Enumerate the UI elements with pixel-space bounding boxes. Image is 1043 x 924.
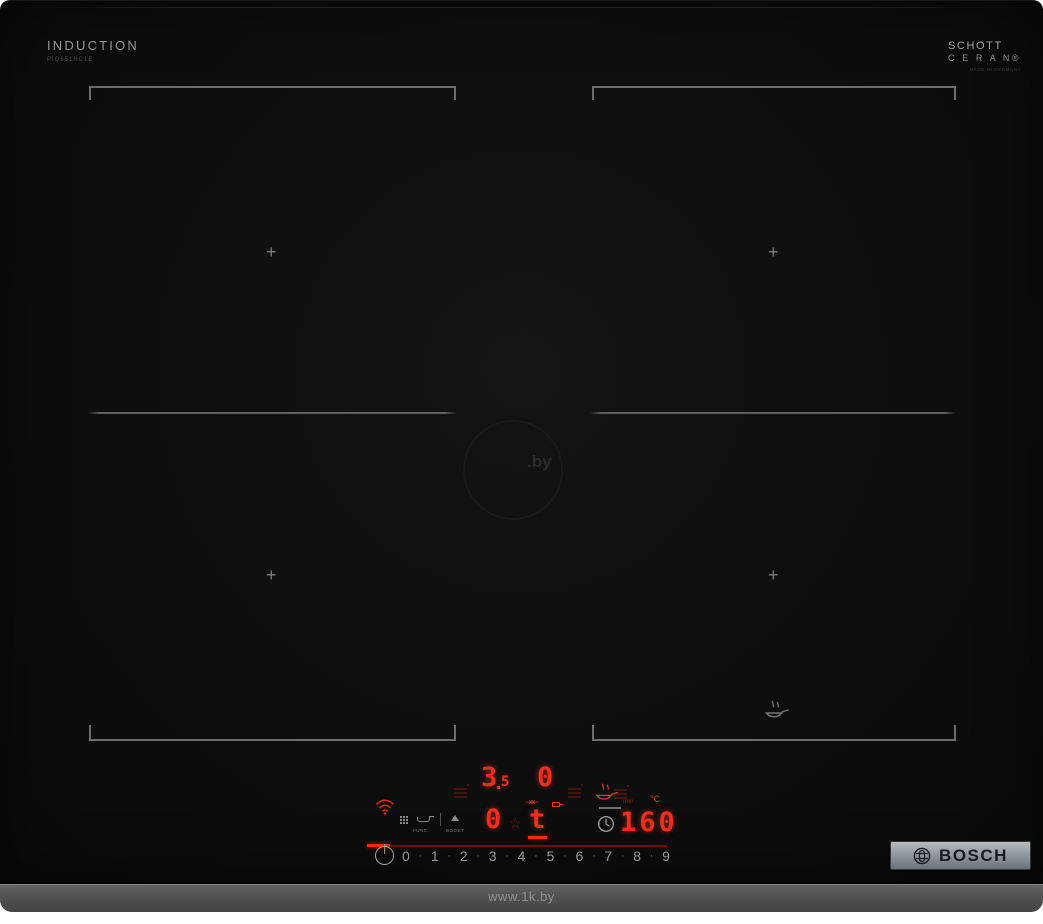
level-separator: · [620,850,625,862]
key-divider [440,813,441,826]
mini-pan-icon [552,802,563,807]
power-level-2[interactable]: 2 [460,848,468,864]
zone-center-mark: + [266,242,277,262]
pan-function-icon[interactable] [417,816,434,822]
display-lower-right-timer: t [529,804,546,835]
func-key-label: FUNC [413,828,428,833]
zone-center-mark: + [768,565,779,585]
schott-subline: MADE IN GERMANY [969,67,1022,72]
boost-icon[interactable] [451,815,459,821]
bosch-badge: BOSCH [890,841,1031,870]
zone-center-mark: + [768,242,779,262]
power-level-0[interactable]: 0 [402,848,410,864]
zone-marker-top-right [592,86,956,102]
temp-unit-label: °C [650,794,661,804]
power-level-row[interactable]: 0 · 1 · 2 · 3 · 4 · 5 · 6 · 7 · 8 · 9 [402,847,670,865]
display-lower-left-power: 0 [485,804,502,835]
display-temperature: 160 [620,807,678,838]
center-watermark-text: .by [527,452,552,471]
pot-indicator-icon [454,784,469,798]
power-level-3[interactable]: 3 [489,848,497,864]
schott-ceran-logo: SCHOTT C E R A N® MADE IN GERMANY [948,40,1021,72]
display-upper-left-decimal: 5 [501,774,510,790]
bosch-wordmark: BOSCH [939,845,1008,865]
boost-key-label: BOOST [446,828,465,833]
timer-underline [528,836,547,839]
level-separator: · [447,850,452,862]
induction-model-label: PIQ651HC1E [47,57,94,63]
power-level-5[interactable]: 5 [547,848,555,864]
bosch-induction-cooktop: INDUCTION PIQ651HC1E SCHOTT C E R A N® M… [0,0,1043,924]
bosch-anchor-icon [913,847,931,864]
timer-clock-icon[interactable] [597,815,615,833]
level-separator: · [534,850,538,862]
schott-line2: C E R A N® [948,53,1022,63]
level-separator: · [563,850,567,862]
flex-zone-icon[interactable] [400,816,402,818]
min-label: min [623,798,634,805]
power-level-6[interactable]: 6 [575,848,583,864]
power-level-4[interactable]: 4 [518,848,526,864]
power-level-7[interactable]: 7 [604,848,612,864]
induction-branding: INDUCTION PIQ651HC1E [47,38,139,63]
bottom-watermark: www.1k.by [488,889,555,904]
front-trim-strip: www.1k.by [0,884,1043,912]
frying-sensor-icon[interactable] [592,781,620,804]
level-separator: · [591,850,596,862]
power-level-8[interactable]: 8 [633,848,641,864]
display-upper-right-power: 0 [537,762,554,793]
frying-sensor-icon [765,700,789,718]
zone-divider-right [590,412,956,414]
level-separator: · [505,850,509,862]
wifi-icon[interactable] [375,797,395,815]
level-separator: · [476,850,480,862]
decimal-dot [497,786,500,789]
zone-marker-bottom-right [592,725,956,741]
schott-line1: SCHOTT [948,40,1003,52]
zone-divider-left [88,412,457,414]
zone-center-mark: + [266,565,277,585]
zone-marker-top-left [89,86,456,102]
ceramic-glass-surface: INDUCTION PIQ651HC1E SCHOTT C E R A N® M… [0,0,1043,884]
power-icon[interactable] [375,846,394,865]
level-separator: · [418,850,423,862]
induction-label: INDUCTION [47,38,140,53]
power-level-1[interactable]: 1 [431,848,439,864]
power-level-9[interactable]: 9 [662,848,670,864]
level-separator: · [649,850,654,862]
display-upper-left-power: 3 [481,762,498,793]
timer-rule [599,807,621,809]
zone-marker-bottom-left [89,725,456,741]
pot-indicator-icon [568,784,583,798]
favorite-star-icon[interactable]: ☆ [509,815,522,832]
